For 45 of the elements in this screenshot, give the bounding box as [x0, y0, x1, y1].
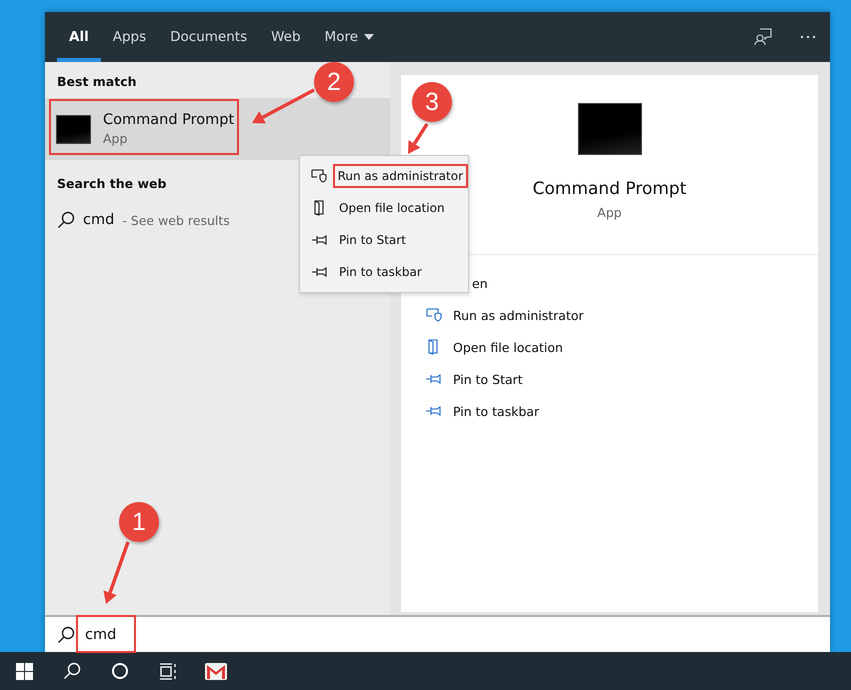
search-icon	[57, 211, 75, 229]
more-options-icon[interactable]	[800, 35, 816, 39]
arrow	[103, 541, 130, 604]
result-title: Command Prompt	[103, 112, 234, 128]
arrow	[408, 123, 428, 154]
search-input[interactable]: cmd	[85, 626, 685, 642]
arrow	[252, 88, 315, 124]
mail-icon[interactable]	[205, 662, 227, 680]
tab[interactable]: Apps	[100, 12, 158, 62]
best-match-result[interactable]: Command Prompt App	[45, 98, 390, 160]
action-item[interactable]: Pin to taskbar	[425, 395, 818, 427]
web-results-hint: - See web results	[122, 212, 230, 228]
action-item[interactable]: Pin to Start	[425, 363, 818, 395]
search-icon	[57, 626, 75, 644]
tab[interactable]: More	[312, 12, 386, 62]
pin-icon	[312, 235, 328, 245]
context-menu-item[interactable]: Open file location	[300, 192, 468, 224]
app-title: Command Prompt	[532, 179, 686, 199]
search-icon[interactable]	[63, 662, 81, 680]
console-window-icon	[56, 114, 91, 144]
door-icon	[314, 200, 326, 216]
search-box[interactable]: cmd	[45, 615, 830, 652]
pin-icon	[426, 406, 442, 416]
pin-icon	[312, 267, 328, 277]
action-item[interactable]: Run as administrator	[425, 299, 818, 331]
highlight-frame	[76, 615, 136, 653]
windows-logo-icon[interactable]	[16, 662, 32, 680]
door-icon	[428, 339, 440, 355]
task-view-icon[interactable]	[159, 662, 177, 680]
context-menu-item[interactable]: Pin to Start	[300, 224, 468, 256]
web-query[interactable]: cmd	[83, 212, 114, 228]
action-item[interactable]: Open file location	[425, 331, 818, 363]
pin-icon	[426, 374, 442, 384]
person-feedback-icon[interactable]	[754, 28, 772, 46]
shield-window-icon	[426, 308, 442, 322]
section-heading: Search the web	[57, 176, 166, 191]
context-menu-item[interactable]: Pin to taskbar	[300, 256, 468, 288]
circle-icon[interactable]	[111, 662, 129, 680]
tab[interactable]: Documents	[158, 12, 260, 62]
tab[interactable]: Web	[259, 12, 313, 62]
result-type: App	[103, 131, 128, 146]
console-window-icon	[578, 103, 642, 155]
shield-window-icon	[311, 169, 328, 183]
section-heading: Best match	[57, 74, 137, 89]
app-type: App	[597, 205, 622, 220]
